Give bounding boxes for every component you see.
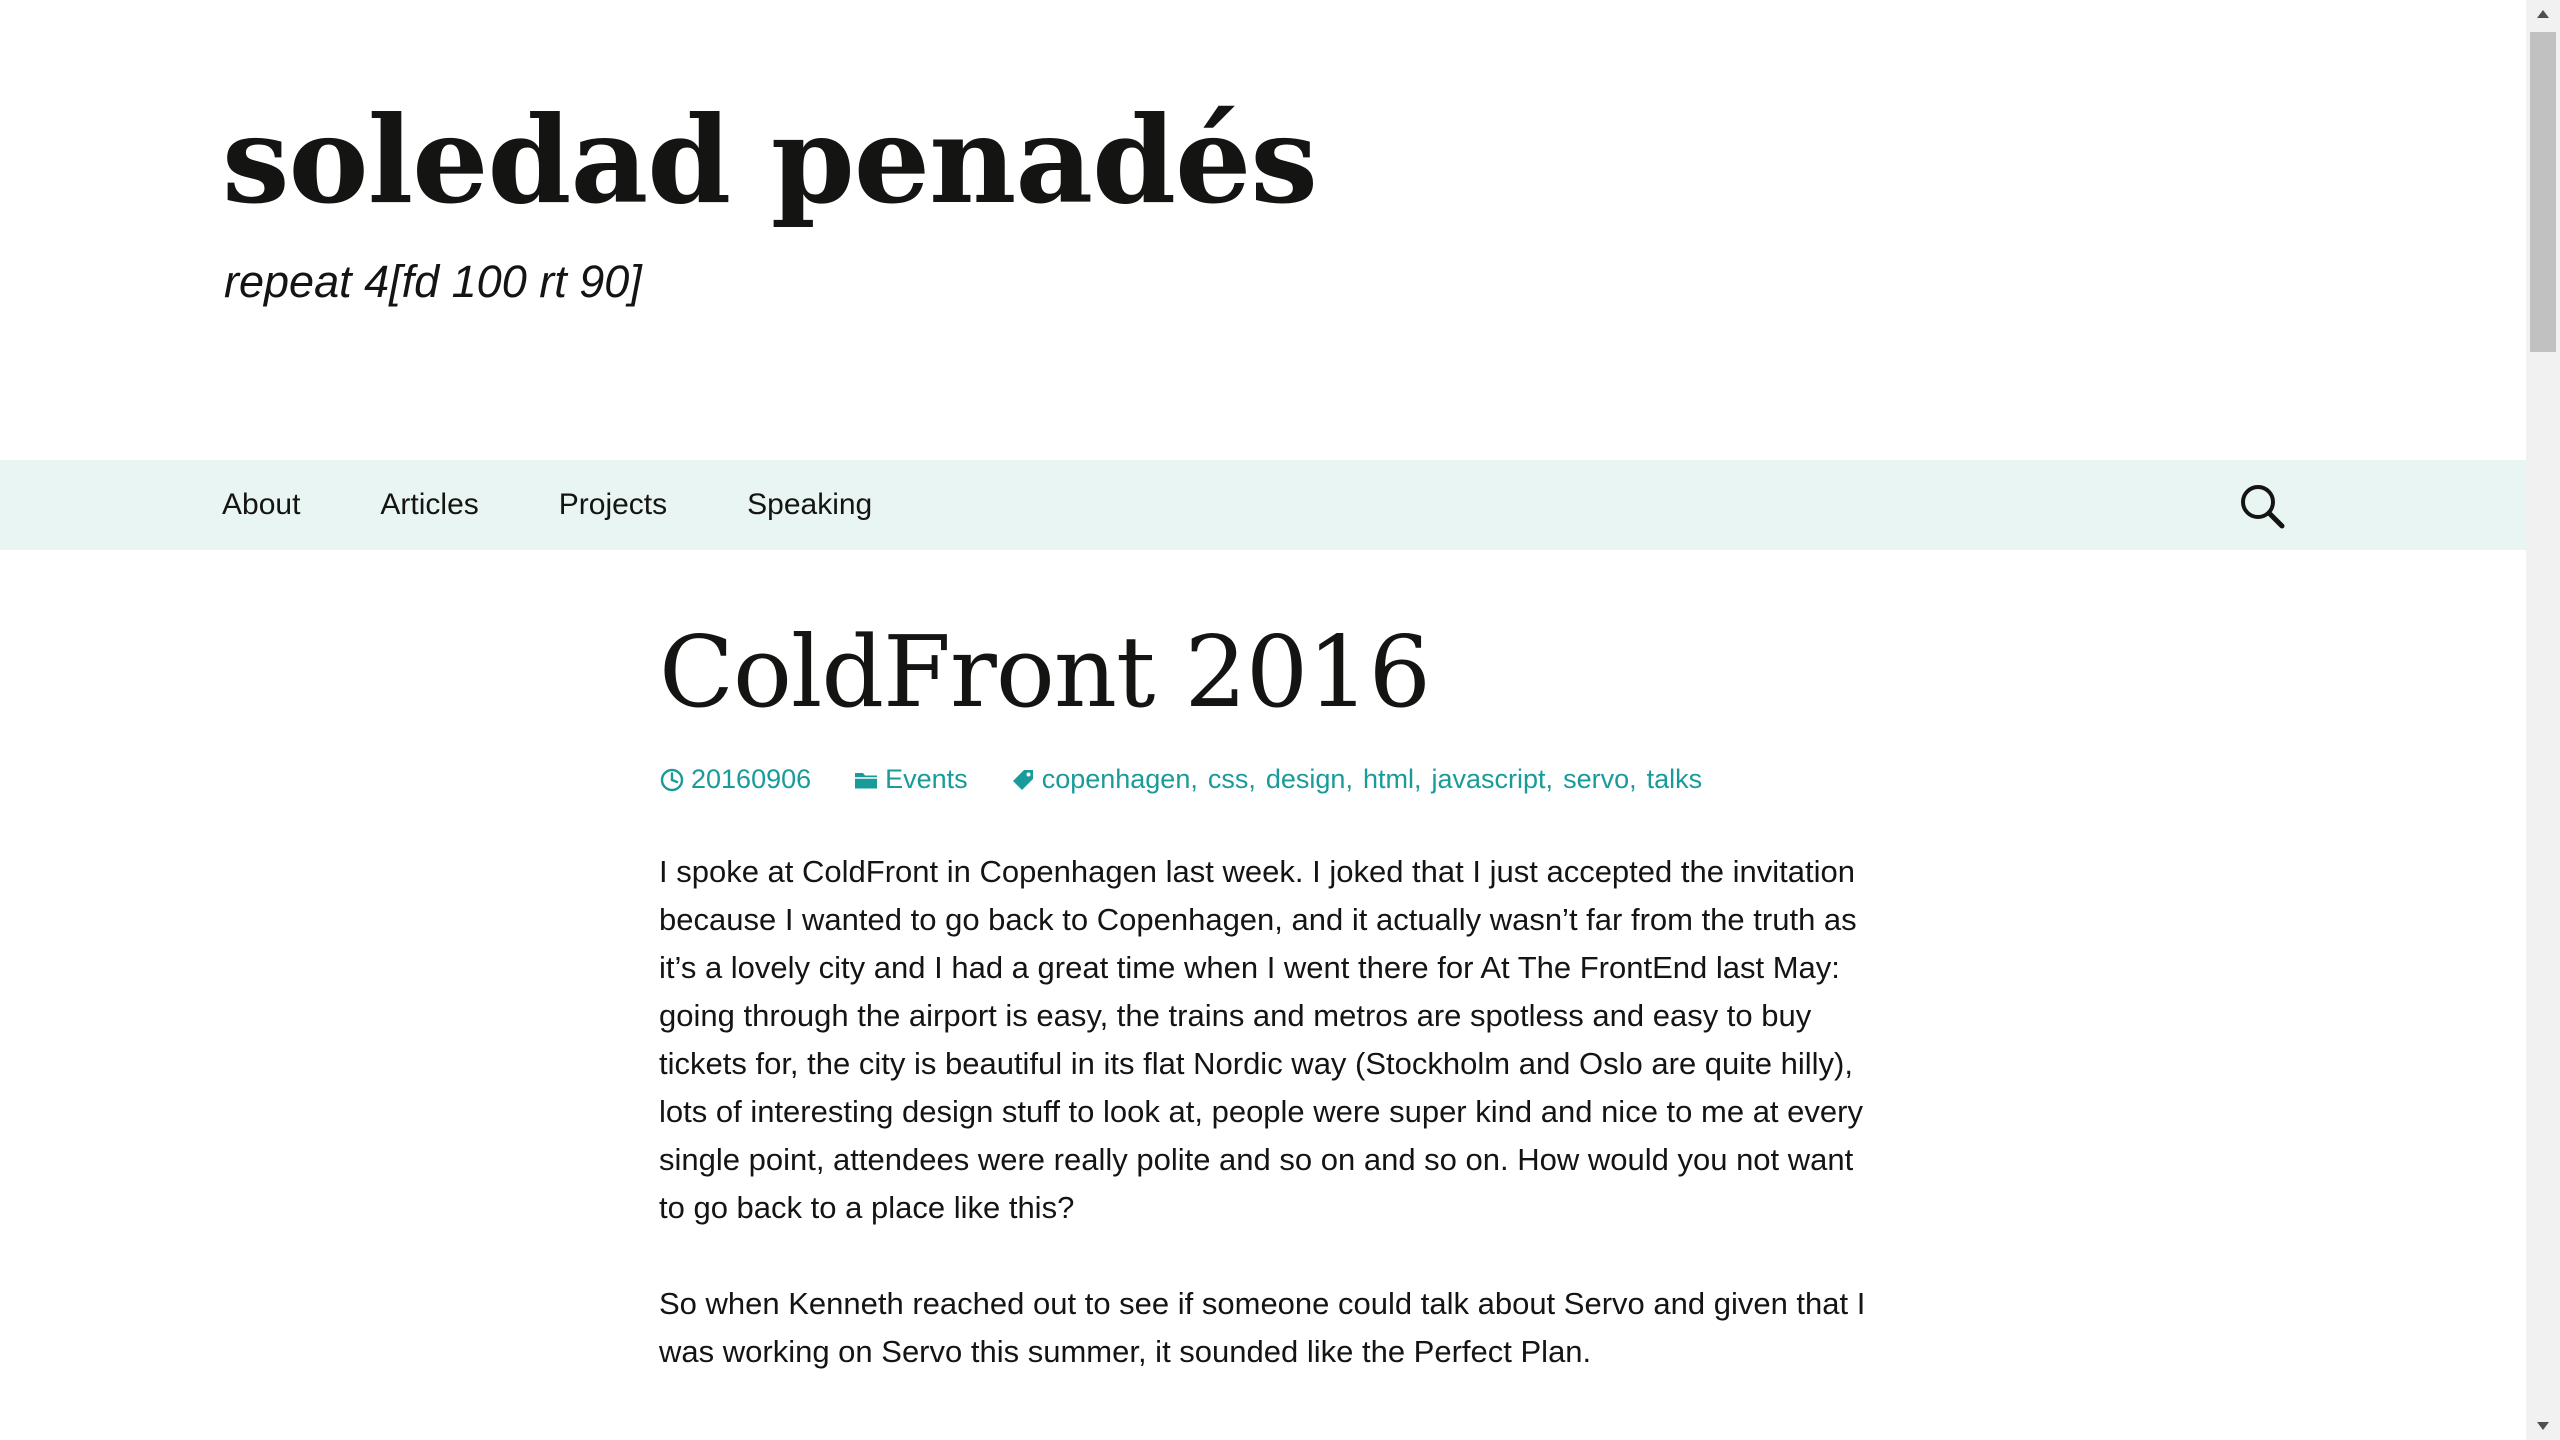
post-paragraph: I spoke at ColdFront in Copenhagen last … (659, 853, 1863, 1225)
nav-menu: About Articles Projects Speaking (222, 460, 952, 550)
tag-link[interactable]: design (1266, 764, 1346, 795)
tag-link[interactable]: css (1208, 764, 1249, 795)
tag-separator: , (1190, 764, 1198, 795)
tag-link[interactable]: html (1363, 764, 1414, 795)
scroll-up-arrow-icon[interactable] (2526, 0, 2560, 28)
nav-item-articles[interactable]: Articles (380, 488, 478, 522)
site-header: soledad penadés repeat 4[fd 100 rt 90] (0, 0, 2526, 460)
tag-separator: , (1545, 764, 1554, 795)
post-paragraph: So when Kenneth reached out to see if so… (659, 1285, 1866, 1369)
scrollbar-thumb[interactable] (2530, 32, 2556, 352)
tag-link[interactable]: copenhagen (1042, 764, 1191, 795)
post-category: Events (853, 764, 968, 795)
tag-link[interactable]: javascript (1432, 764, 1546, 795)
tag-icon (1010, 767, 1036, 793)
main-navigation: About Articles Projects Speaking (0, 460, 2526, 550)
post-article: ColdFront 2016 20160906 Events copenhage… (659, 619, 1879, 1424)
scroll-down-arrow-icon[interactable] (2526, 1412, 2560, 1440)
site-tagline: repeat 4[fd 100 rt 90] (224, 256, 642, 307)
tag-link[interactable]: talks (1647, 764, 1703, 795)
category-link[interactable]: Events (885, 764, 968, 795)
post-title[interactable]: ColdFront 2016 (659, 619, 1879, 728)
post-date: 20160906 (659, 764, 811, 795)
tag-separator: , (1345, 764, 1353, 795)
search-icon[interactable] (2236, 480, 2288, 532)
folder-icon (853, 767, 879, 793)
post-date-link[interactable]: 20160906 (691, 764, 811, 795)
tag-separator: , (1413, 764, 1422, 795)
site-title[interactable]: soledad penadés (222, 95, 1318, 227)
tag-separator: , (1248, 764, 1256, 795)
nav-item-projects[interactable]: Projects (559, 488, 667, 522)
post-tags: copenhagen, css, design, html, javascrip… (1010, 764, 1702, 795)
nav-item-about[interactable]: About (222, 488, 300, 522)
post-meta: 20160906 Events copenhagen , css , desig… (659, 760, 1879, 800)
tag-separator: , (1629, 764, 1637, 795)
post-content: I spoke at ColdFront in Copenhagen last … (659, 848, 1879, 1376)
clock-icon (659, 767, 685, 793)
tag-link[interactable]: servo (1563, 764, 1629, 795)
page: soledad penadés repeat 4[fd 100 rt 90] A… (0, 0, 2560, 1440)
vertical-scrollbar[interactable] (2526, 0, 2560, 1440)
nav-item-speaking[interactable]: Speaking (747, 488, 872, 522)
